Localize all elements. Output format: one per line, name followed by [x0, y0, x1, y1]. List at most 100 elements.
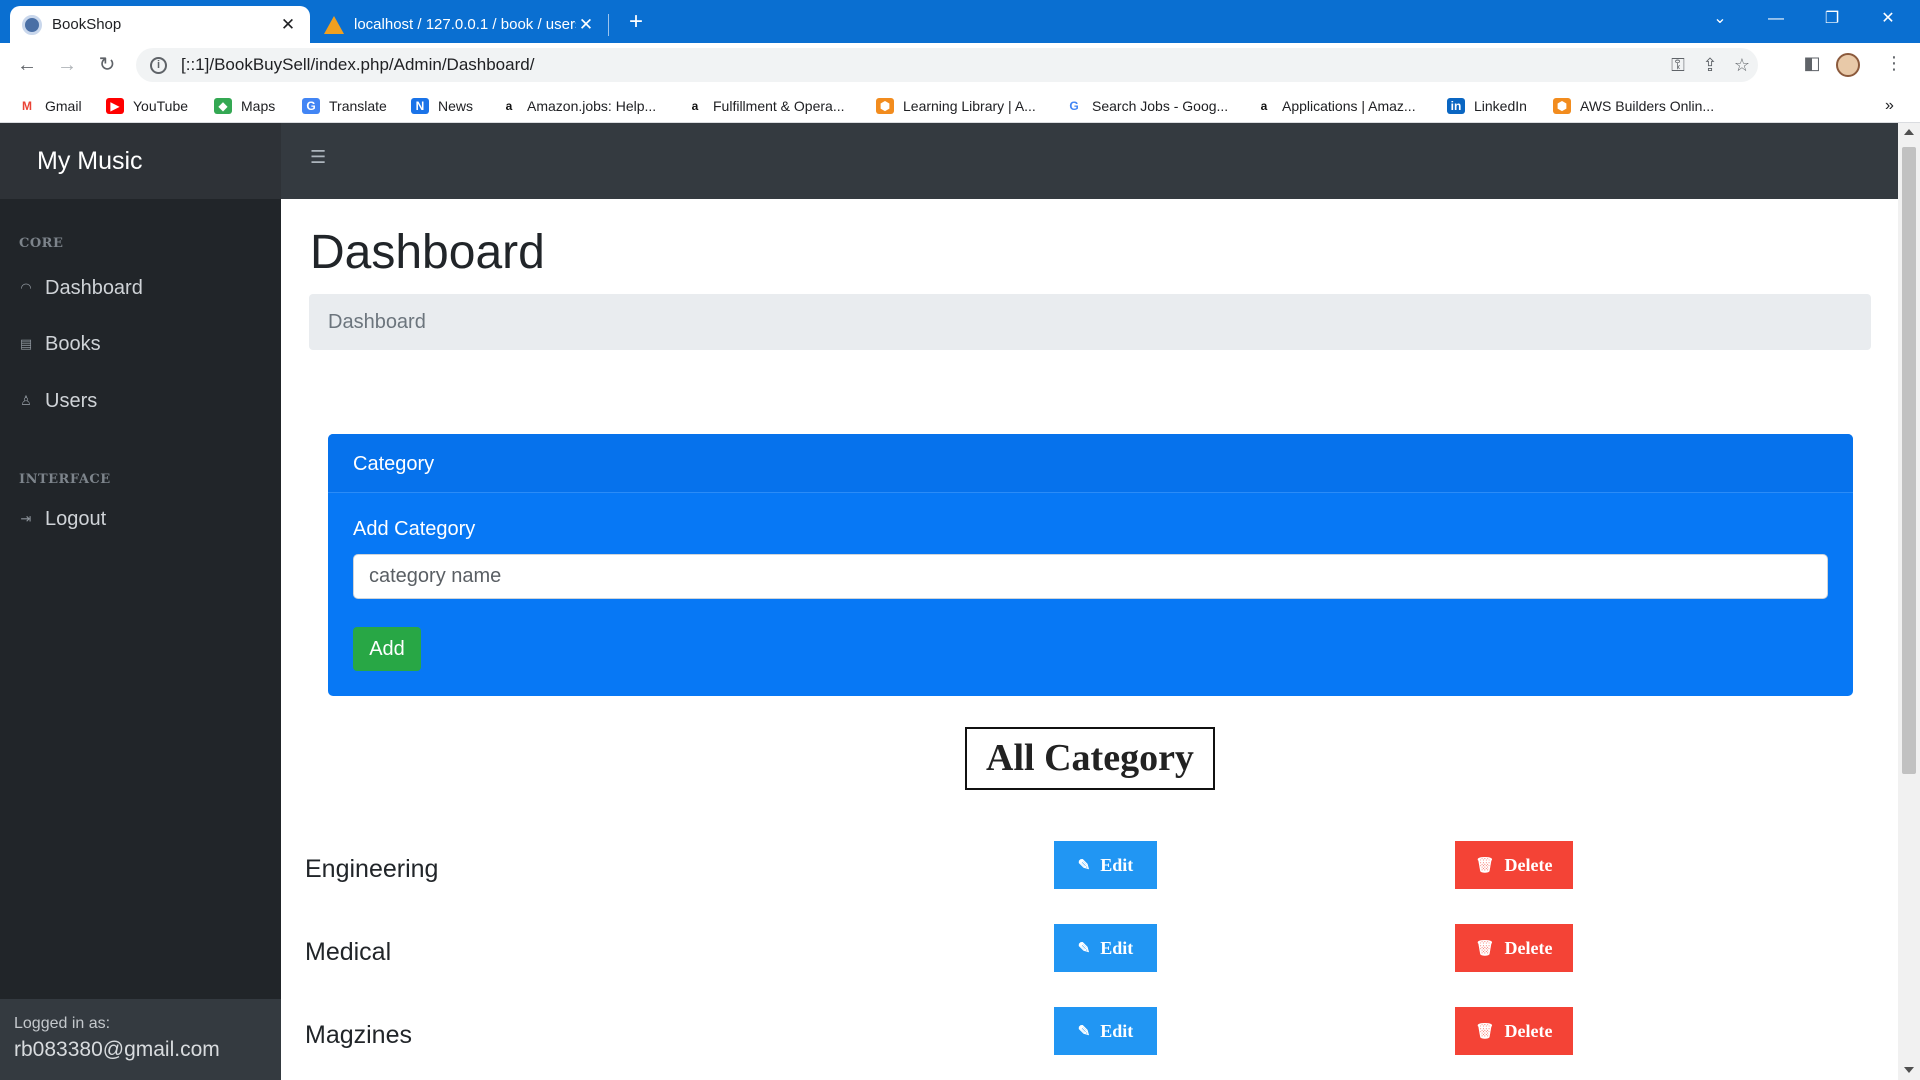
- delete-button[interactable]: 🗑 Delete: [1455, 924, 1573, 972]
- sidebar-item-dashboard[interactable]: ◠ Dashboard: [19, 273, 143, 303]
- tab-close-icon[interactable]: ✕: [278, 15, 298, 35]
- amazon-icon: a: [686, 98, 704, 114]
- bookmark-search-jobs[interactable]: G Search Jobs - Goog...: [1065, 95, 1228, 117]
- delete-button[interactable]: 🗑 Delete: [1455, 841, 1573, 889]
- scrollbar-thumb[interactable]: [1902, 147, 1916, 774]
- brand-area: My Music: [0, 123, 281, 199]
- url-text[interactable]: [::1]/BookBuySell/index.php/Admin/Dashbo…: [181, 55, 1662, 75]
- bookmark-label: LinkedIn: [1474, 98, 1527, 114]
- book-icon: ▤: [19, 336, 33, 351]
- edit-button[interactable]: ✎ Edit: [1054, 841, 1157, 889]
- page-title: Dashboard: [310, 226, 545, 279]
- aws-icon: ⬢: [876, 98, 894, 114]
- edit-button[interactable]: ✎ Edit: [1054, 1007, 1157, 1055]
- sidebar-item-logout[interactable]: ⇥ Logout: [19, 504, 107, 534]
- minimize-icon[interactable]: —: [1748, 0, 1804, 40]
- brand-title[interactable]: My Music: [37, 147, 143, 176]
- edit-icon: ✎: [1077, 857, 1091, 874]
- share-icon[interactable]: ⇪: [1694, 55, 1726, 76]
- bookmark-gmail[interactable]: M Gmail: [18, 95, 82, 117]
- logout-icon: ⇥: [20, 511, 32, 526]
- add-button[interactable]: Add: [353, 627, 421, 671]
- password-key-icon[interactable]: ⚿: [1662, 55, 1694, 76]
- logged-in-label: Logged in as:: [14, 1015, 111, 1032]
- bookmark-label: Learning Library | A...: [903, 98, 1036, 114]
- tab-close-icon[interactable]: ✕: [576, 15, 596, 35]
- bookmark-linkedin[interactable]: in LinkedIn: [1447, 95, 1527, 117]
- bookmark-youtube[interactable]: ▶ YouTube: [106, 95, 188, 117]
- tab-bookshop[interactable]: BookShop ✕: [10, 6, 310, 43]
- bookmark-translate[interactable]: G Translate: [302, 95, 387, 117]
- youtube-icon: ▶: [106, 98, 124, 114]
- edit-icon: ✎: [1077, 1023, 1091, 1040]
- tab-title: localhost / 127.0.0.1 / book / users: [354, 16, 576, 33]
- bookmark-aws-builders[interactable]: ⬢ AWS Builders Onlin...: [1553, 95, 1714, 117]
- bookmark-label: Gmail: [45, 98, 82, 114]
- trash-icon: 🗑: [1475, 940, 1495, 957]
- list-item: Medical ✎ Edit 🗑 Delete: [281, 924, 1898, 972]
- edit-label: Edit: [1100, 1020, 1134, 1041]
- bookmark-label: News: [438, 98, 474, 114]
- sidebar-item-label: Dashboard: [45, 276, 143, 299]
- avatar: [1836, 53, 1860, 77]
- restore-icon[interactable]: ❐: [1804, 0, 1860, 40]
- close-window-icon[interactable]: ✕: [1860, 0, 1916, 40]
- edit-button[interactable]: ✎ Edit: [1054, 924, 1157, 972]
- delete-label: Delete: [1504, 937, 1553, 958]
- category-name-input[interactable]: [353, 554, 1828, 599]
- bookmark-label: AWS Builders Onlin...: [1580, 98, 1715, 114]
- bookmark-amazon-jobs[interactable]: a Amazon.jobs: Help...: [500, 95, 656, 117]
- user-icon: ♙: [20, 393, 32, 408]
- scroll-up-icon[interactable]: [1904, 129, 1914, 135]
- page-scrollbar[interactable]: [1898, 123, 1920, 1080]
- browser-tab-strip: BookShop ✕ localhost / 127.0.0.1 / book …: [0, 0, 1920, 43]
- translate-icon: G: [302, 98, 320, 114]
- profile-avatar[interactable]: [1836, 53, 1864, 79]
- app-root: My Music ☰ CORE ◠ Dashboard ▤ Books ♙ Us…: [0, 123, 1920, 1080]
- trash-icon: 🗑: [1475, 857, 1495, 874]
- breadcrumb: Dashboard: [309, 294, 1871, 350]
- bookmark-label: Fulfillment & Opera...: [713, 98, 845, 114]
- sidebar-item-books[interactable]: ▤ Books: [19, 329, 101, 359]
- top-navbar: My Music ☰: [0, 123, 1920, 199]
- scroll-down-icon[interactable]: [1904, 1067, 1914, 1073]
- sidebar-item-label: Books: [45, 332, 101, 355]
- bookmark-applications[interactable]: a Applications | Amaz...: [1255, 95, 1416, 117]
- address-bar[interactable]: i [::1]/BookBuySell/index.php/Admin/Dash…: [136, 48, 1758, 82]
- side-panel-icon[interactable]: ◧: [1798, 53, 1826, 79]
- edit-icon: ✎: [1077, 940, 1091, 957]
- bookmark-maps[interactable]: ◆ Maps: [214, 95, 275, 117]
- new-tab-button[interactable]: +: [622, 8, 650, 36]
- tab-separator: [608, 14, 609, 36]
- sidebar: CORE ◠ Dashboard ▤ Books ♙ Users INTERFA…: [0, 199, 281, 1080]
- bookshop-favicon-icon: [22, 14, 42, 35]
- trash-icon: 🗑: [1475, 1023, 1495, 1040]
- delete-button[interactable]: 🗑 Delete: [1455, 1007, 1573, 1055]
- aws-icon: ⬢: [1553, 98, 1571, 114]
- browser-toolbar: ← → ↻ i [::1]/BookBuySell/index.php/Admi…: [0, 43, 1920, 87]
- bookmark-label: Maps: [241, 98, 276, 114]
- sidebar-footer: Logged in as: rb083380@gmail.com: [0, 999, 281, 1080]
- bookmark-star-icon[interactable]: ☆: [1726, 55, 1758, 76]
- site-info-icon[interactable]: i: [150, 56, 167, 74]
- bookmarks-overflow-icon[interactable]: »: [1885, 95, 1894, 117]
- forward-icon[interactable]: →: [51, 49, 83, 81]
- reload-icon[interactable]: ↻: [91, 49, 123, 81]
- list-item: Magzines ✎ Edit 🗑 Delete: [281, 1007, 1898, 1055]
- sidebar-item-label: Logout: [45, 507, 107, 530]
- bookmark-label: Amazon.jobs: Help...: [527, 98, 657, 114]
- bookmark-learning-library[interactable]: ⬢ Learning Library | A...: [876, 95, 1036, 117]
- google-icon: G: [1065, 98, 1083, 114]
- browser-menu-icon[interactable]: ⋮: [1880, 53, 1908, 79]
- sidebar-item-users[interactable]: ♙ Users: [19, 386, 97, 416]
- gmail-icon: M: [18, 98, 36, 114]
- bookmark-fulfillment[interactable]: a Fulfillment & Opera...: [686, 95, 845, 117]
- sidebar-toggle-icon[interactable]: ☰: [310, 147, 326, 168]
- back-icon[interactable]: ←: [11, 49, 43, 81]
- tab-phpmyadmin[interactable]: localhost / 127.0.0.1 / book / users ✕: [312, 6, 608, 43]
- bookmark-news[interactable]: N News: [411, 95, 473, 117]
- all-category-heading: All Category: [965, 727, 1215, 790]
- tab-search-icon[interactable]: ⌄: [1692, 0, 1748, 40]
- phpmyadmin-favicon-icon: [324, 15, 344, 34]
- bookmark-label: Applications | Amaz...: [1282, 98, 1416, 114]
